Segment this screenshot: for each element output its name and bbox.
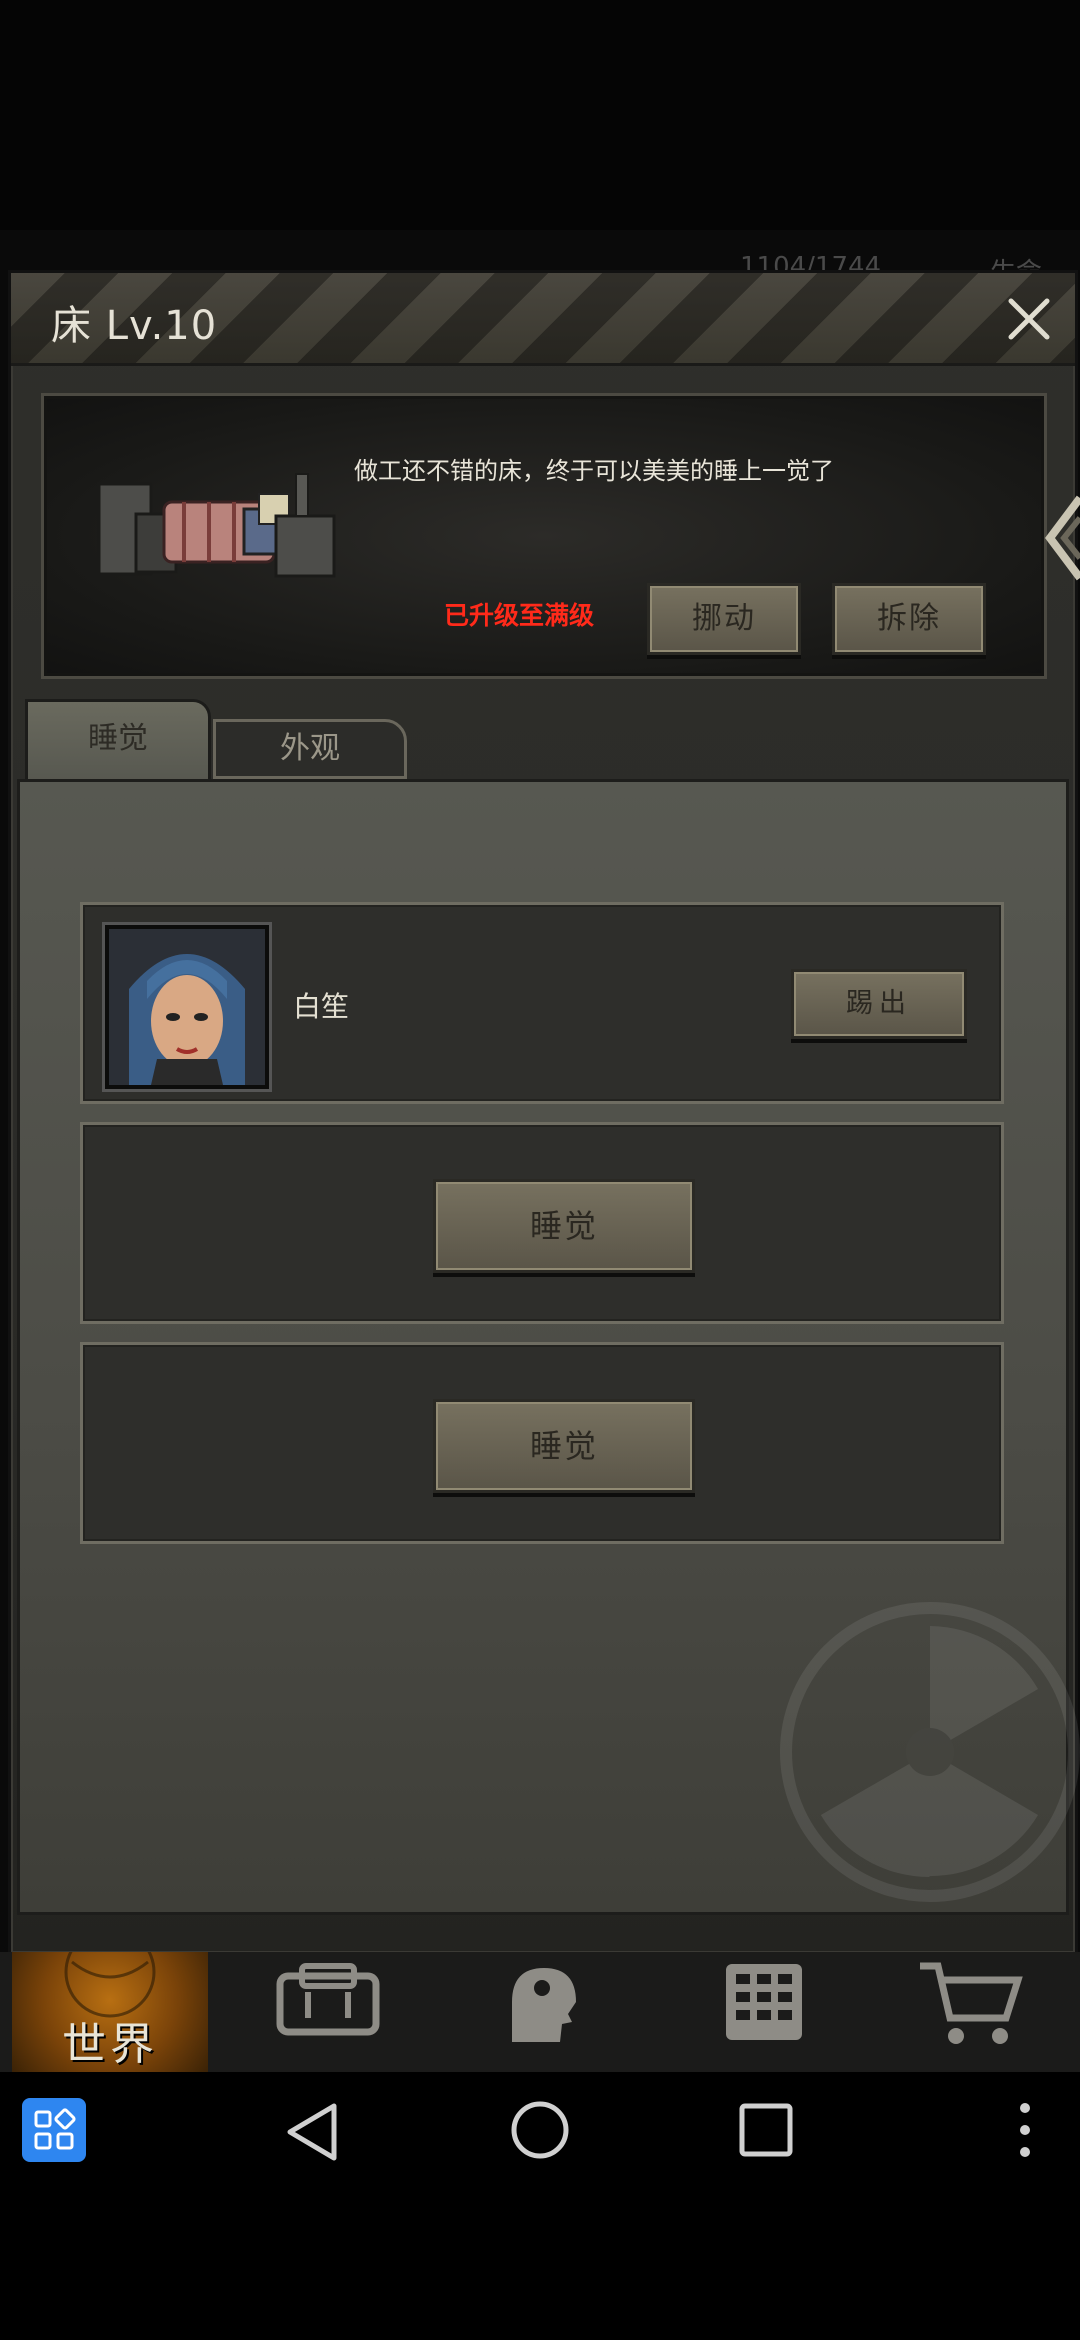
home-button[interactable] bbox=[508, 2098, 572, 2162]
character-icon bbox=[512, 1968, 576, 2042]
close-icon bbox=[1008, 298, 1050, 340]
sleep-slot-empty: 睡觉 bbox=[80, 1122, 1004, 1324]
demolish-button[interactable]: 拆除 bbox=[832, 583, 986, 655]
more-vertical-icon bbox=[1020, 2103, 1030, 2157]
character-portrait bbox=[109, 929, 265, 1085]
sleep-slot-occupied: 白笙 踢出 bbox=[80, 902, 1004, 1104]
nav-world[interactable]: 世界 bbox=[12, 1926, 208, 2072]
game-bottom-nav: 世界 bbox=[0, 1926, 1080, 2072]
move-button[interactable]: 挪动 bbox=[647, 583, 801, 655]
sleep-slots-panel: 白笙 踢出 睡觉 睡觉 bbox=[17, 779, 1080, 1915]
tab-appearance[interactable]: 外观 bbox=[213, 719, 407, 779]
sleep-button[interactable]: 睡觉 bbox=[433, 1179, 695, 1273]
grid-apps-icon bbox=[34, 2108, 76, 2150]
item-info-panel: 做工还不错的床，终于可以美美的睡上一觉了 已升级至满级 挪动 拆除 bbox=[41, 393, 1047, 679]
close-button[interactable] bbox=[1001, 291, 1057, 347]
recents-button[interactable] bbox=[736, 2100, 796, 2160]
more-options-button[interactable] bbox=[1010, 2098, 1040, 2162]
nav-backpack[interactable] bbox=[268, 1962, 388, 2058]
radiation-watermark-icon bbox=[780, 1602, 1080, 1902]
kick-out-button[interactable]: 踢出 bbox=[791, 969, 967, 1039]
back-button[interactable] bbox=[282, 2100, 346, 2164]
system-nav-bar bbox=[0, 2072, 1080, 2190]
app-drawer-button[interactable] bbox=[22, 2098, 86, 2162]
item-description: 做工还不错的床，终于可以美美的睡上一觉了 bbox=[354, 457, 834, 485]
nav-character[interactable] bbox=[482, 1962, 602, 2058]
back-triangle-icon bbox=[287, 2103, 337, 2161]
avatar[interactable] bbox=[105, 925, 269, 1089]
phone-icon bbox=[726, 1964, 802, 2040]
tab-sleep[interactable]: 睡觉 bbox=[25, 699, 211, 780]
home-circle-icon bbox=[511, 2101, 569, 2159]
recents-square-icon bbox=[739, 2103, 793, 2157]
nav-world-label: 世界 bbox=[62, 2019, 158, 2070]
top-blank-area bbox=[0, 0, 1080, 230]
nav-phone[interactable] bbox=[704, 1962, 824, 2058]
sleep-slot-empty: 睡觉 bbox=[80, 1342, 1004, 1544]
modal-title: 床 Lv.10 bbox=[51, 303, 218, 349]
resident-name: 白笙 bbox=[293, 990, 350, 1023]
shop-cart-icon bbox=[920, 1962, 1023, 2044]
bed-image bbox=[97, 473, 336, 578]
bed-detail-modal: 床 Lv.10 做工还不错的床，终于可以美美的睡上一觉了 已升级至满级 挪动 拆… bbox=[8, 270, 1080, 1956]
sleep-button[interactable]: 睡觉 bbox=[433, 1399, 695, 1493]
side-x-decoration-icon bbox=[1045, 495, 1080, 581]
modal-header: 床 Lv.10 bbox=[11, 273, 1075, 366]
bottom-blank-area bbox=[0, 2190, 1080, 2340]
max-level-status: 已升级至满级 bbox=[444, 601, 595, 630]
backpack-icon bbox=[276, 1963, 380, 2036]
nav-shop[interactable] bbox=[910, 1962, 1030, 2058]
